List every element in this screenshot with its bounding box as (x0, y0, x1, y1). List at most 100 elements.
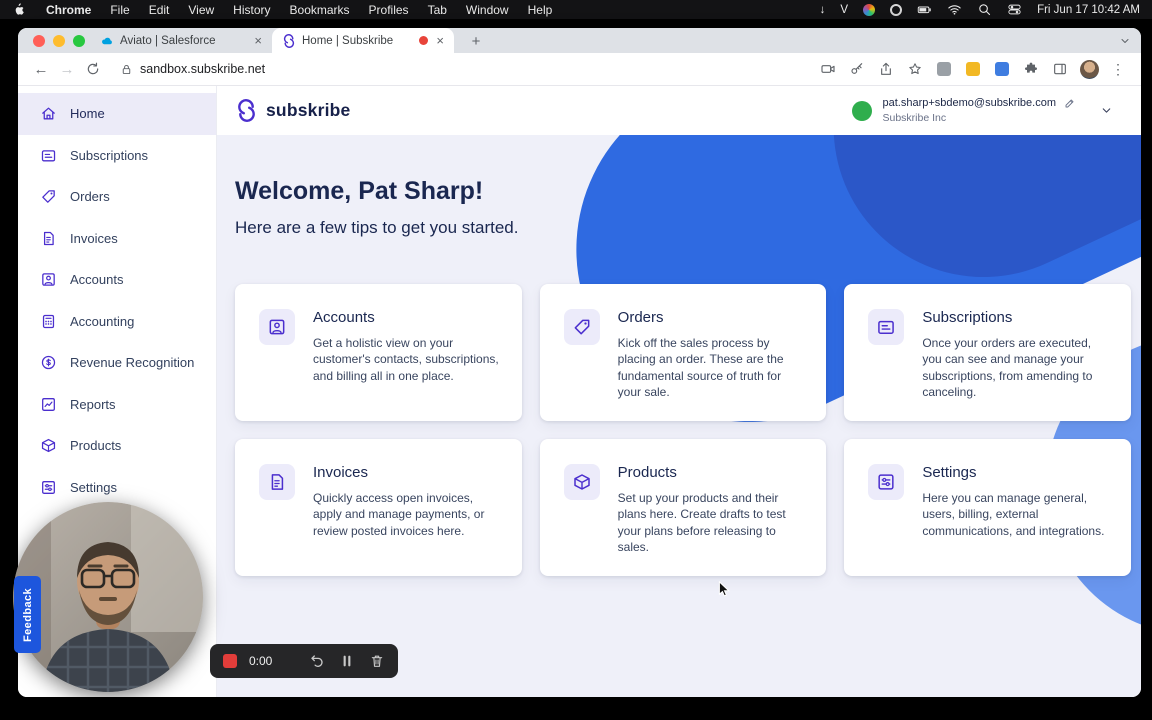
card-description: Kick off the sales process by placing an… (617, 336, 784, 400)
edit-pencil-icon[interactable] (1064, 97, 1076, 109)
brand-wordmark: subskribe (266, 100, 351, 120)
forward-button[interactable]: → (54, 56, 80, 82)
tips-card-grid: Accounts Get a holistic view on your cus… (235, 284, 1131, 576)
tab-subskribe-home[interactable]: Home | Subskribe × (272, 28, 454, 53)
sidebar-item-label: Accounting (70, 313, 135, 329)
sidebar-item-label: Settings (70, 479, 117, 495)
delete-recording-icon[interactable] (369, 653, 385, 669)
revenue-dollar-icon (40, 354, 57, 371)
url-text: sandbox.subskribe.net (140, 62, 266, 76)
back-button[interactable]: ← (28, 56, 54, 82)
macos-menubar: Chrome File Edit View History Bookmarks … (0, 0, 1152, 19)
card-title: Settings (922, 463, 977, 481)
minimize-window-button[interactable] (53, 35, 65, 47)
camera-extension-icon[interactable] (817, 58, 839, 80)
screen-record-icon[interactable] (890, 3, 903, 16)
stop-recording-button[interactable] (223, 654, 237, 668)
sidebar-item-label: Revenue Recognition (70, 355, 195, 371)
browser-toolbar: ← → sandbox.subskribe.net ⋮ (18, 53, 1141, 86)
close-tab-icon[interactable]: × (434, 34, 446, 47)
sidebar-item-reports[interactable]: Reports (18, 384, 216, 426)
tab-overflow-chevron-icon[interactable] (1119, 35, 1131, 47)
menu-item-history[interactable]: History (233, 3, 270, 17)
account-menu[interactable]: pat.sharp+sbdemo@subskribe.com Subskribe… (852, 97, 1113, 124)
tab-salesforce[interactable]: Aviato | Salesforce × (90, 28, 272, 53)
download-arrow-icon[interactable]: ↓ (820, 4, 826, 16)
sidebar-item-accounts[interactable]: Accounts (18, 259, 216, 301)
sidebar-item-products[interactable]: Products (18, 425, 216, 467)
mouse-cursor (718, 580, 731, 597)
card-subscriptions[interactable]: Subscriptions Once your orders are execu… (844, 284, 1131, 421)
org-name: Subskribe Inc (882, 112, 947, 124)
share-icon[interactable] (875, 58, 897, 80)
sidebar-item-subscriptions[interactable]: Subscriptions (18, 135, 216, 177)
sidebar-item-label: Invoices (70, 230, 118, 246)
profile-avatar[interactable] (1078, 58, 1100, 80)
browser-menu-icon[interactable]: ⋮ (1107, 58, 1129, 80)
status-item-v[interactable]: V (840, 4, 848, 16)
menu-item-file[interactable]: File (110, 3, 129, 17)
bookmark-star-icon[interactable] (904, 58, 926, 80)
reload-button[interactable] (80, 56, 106, 82)
card-products[interactable]: Products Set up your products and their … (539, 438, 827, 576)
close-window-button[interactable] (33, 35, 45, 47)
extension-yellow-icon[interactable] (962, 58, 984, 80)
password-key-icon[interactable] (846, 58, 868, 80)
extensions-puzzle-icon[interactable] (1020, 58, 1042, 80)
menu-item-chrome[interactable]: Chrome (46, 3, 91, 17)
card-accounts[interactable]: Accounts Get a holistic view on your cus… (235, 284, 522, 421)
battery-icon[interactable] (917, 2, 932, 17)
wifi-icon[interactable] (947, 2, 962, 17)
subskribe-logo[interactable]: subskribe (235, 99, 350, 122)
settings-card-icon (868, 463, 905, 500)
sidebar-item-label: Accounts (70, 272, 124, 288)
card-invoices[interactable]: Invoices Quickly access open invoices, a… (235, 438, 522, 576)
extension-blue-icon[interactable] (991, 58, 1013, 80)
menu-item-edit[interactable]: Edit (149, 3, 170, 17)
orders-card-icon (563, 309, 600, 345)
sidebar-item-revenue-recognition[interactable]: Revenue Recognition (18, 342, 216, 384)
close-tab-icon[interactable]: × (252, 34, 264, 47)
sidebar-item-accounting[interactable]: Accounting (18, 301, 216, 343)
card-title: Subscriptions (922, 309, 1013, 326)
card-settings[interactable]: Settings Here you can manage general, us… (844, 438, 1131, 576)
color-wheel-icon[interactable] (863, 3, 876, 16)
app-header: subskribe pat.sharp+sbdemo@subskribe.com… (217, 86, 1141, 135)
card-orders[interactable]: Orders Kick off the sales process by pla… (539, 284, 827, 421)
side-panel-icon[interactable] (1049, 58, 1071, 80)
address-bar[interactable]: sandbox.subskribe.net (106, 62, 817, 76)
feedback-tab[interactable]: Feedback (14, 576, 41, 653)
restart-recording-icon[interactable] (309, 653, 325, 669)
card-description: Get a holistic view on your customer's c… (313, 336, 499, 383)
sidebar-item-label: Reports (70, 396, 116, 412)
settings-sliders-icon (40, 479, 57, 496)
sidebar-item-orders[interactable]: Orders (18, 176, 216, 218)
menu-item-window[interactable]: Window (466, 3, 509, 17)
window-controls (33, 35, 85, 47)
user-email: pat.sharp+sbdemo@subskribe.com (882, 97, 1056, 109)
products-box-icon (40, 437, 57, 454)
pause-recording-icon[interactable] (339, 653, 355, 669)
extension-gray-icon[interactable] (933, 58, 955, 80)
welcome-title: Welcome, Pat Sharp! (235, 177, 484, 205)
zoom-window-button[interactable] (73, 35, 85, 47)
new-tab-button[interactable]: + (464, 30, 488, 52)
welcome-subtitle: Here are a few tips to get you started. (235, 218, 519, 237)
menu-item-view[interactable]: View (188, 3, 214, 17)
sidebar-item-home[interactable]: Home (18, 93, 216, 135)
spotlight-icon[interactable] (977, 2, 992, 17)
menu-item-bookmarks[interactable]: Bookmarks (290, 3, 350, 17)
menu-item-tab[interactable]: Tab (428, 3, 447, 17)
sidebar-item-invoices[interactable]: Invoices (18, 218, 216, 260)
webcam-overlay[interactable] (13, 502, 203, 692)
account-chevron-down-icon[interactable] (1100, 104, 1113, 117)
menubar-clock[interactable]: Fri Jun 17 10:42 AM (1037, 4, 1140, 16)
user-avatar (852, 100, 873, 121)
lock-icon (120, 63, 133, 76)
main-content: Welcome, Pat Sharp! Here are a few tips … (217, 135, 1141, 697)
feedback-label: Feedback (21, 587, 34, 642)
menu-item-help[interactable]: Help (528, 3, 553, 17)
menu-item-profiles[interactable]: Profiles (369, 3, 409, 17)
control-center-icon[interactable] (1007, 2, 1022, 17)
apple-menu-icon[interactable] (12, 2, 27, 17)
